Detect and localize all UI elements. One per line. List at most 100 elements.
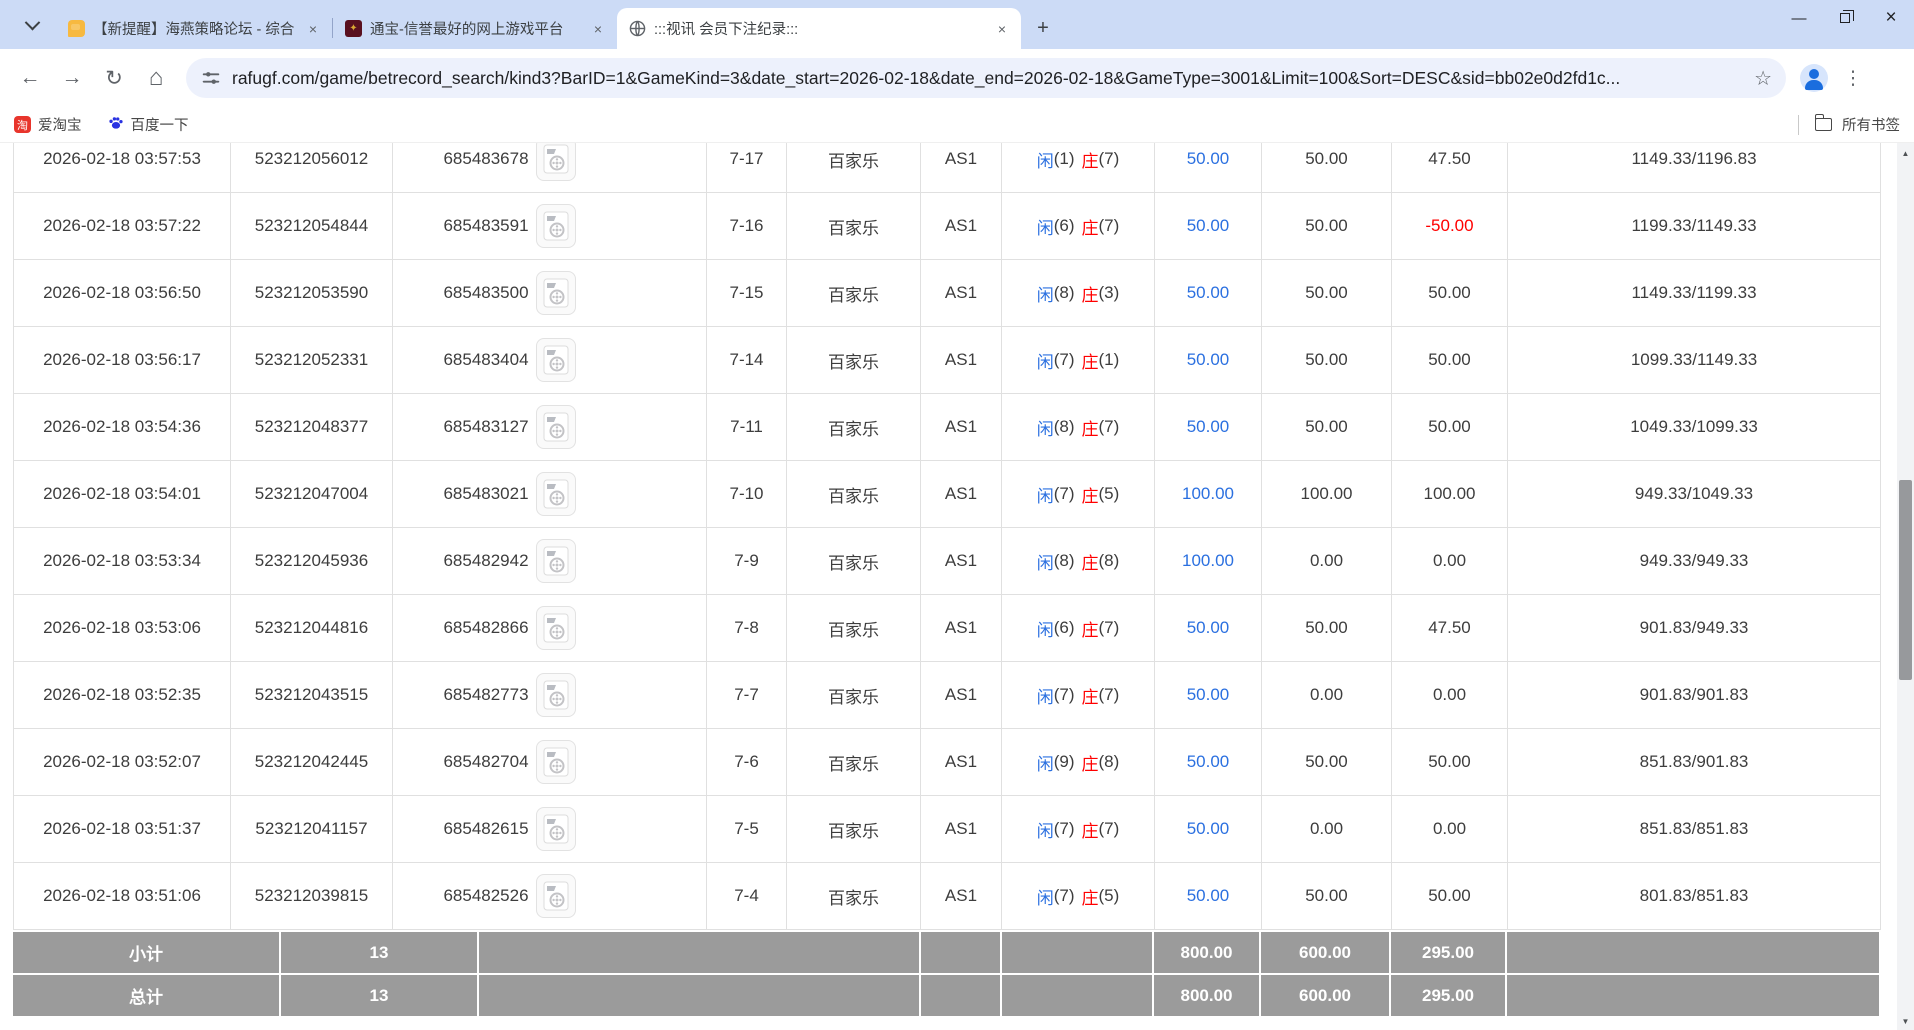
cell-bet-id: 523212039815 <box>231 863 393 929</box>
cell-win-loss: 100.00 <box>1392 461 1508 527</box>
bet-amount-link[interactable]: 50.00 <box>1187 618 1230 638</box>
cell-valid-amount: 50.00 <box>1262 863 1392 929</box>
bet-amount-link[interactable]: 50.00 <box>1187 149 1230 169</box>
cell-round-id: 685482615 <box>443 819 528 839</box>
back-button[interactable]: ← <box>12 60 48 96</box>
banker-points: (1) <box>1099 350 1120 370</box>
bet-amount-link[interactable]: 50.00 <box>1187 752 1230 772</box>
close-window-button[interactable]: × <box>1868 0 1914 36</box>
close-tab-icon[interactable]: × <box>304 20 322 38</box>
video-replay-button[interactable] <box>536 338 576 382</box>
video-replay-button[interactable] <box>536 143 576 181</box>
site-info-icon[interactable] <box>200 67 222 89</box>
video-replay-button[interactable] <box>536 673 576 717</box>
tab-forum[interactable]: 【新提醒】海燕策略论坛 - 综合 × <box>56 8 332 49</box>
video-replay-button[interactable] <box>536 539 576 583</box>
player-points: (7) <box>1054 484 1075 504</box>
bet-amount-link[interactable]: 100.00 <box>1182 484 1234 504</box>
player-points: (7) <box>1054 350 1075 370</box>
cell-balance: 901.83/901.83 <box>1508 662 1881 728</box>
bookmarks-bar: 淘 爱淘宝 百度一下 所有书签 <box>0 107 1914 143</box>
cell-round-id: 685482866 <box>443 618 528 638</box>
reload-button[interactable]: ↻ <box>96 60 132 96</box>
cell-bet-time: 2026-02-18 03:51:06 <box>14 863 231 929</box>
cell-round: 685483678 <box>393 143 707 192</box>
close-tab-icon[interactable]: × <box>589 20 607 38</box>
bet-amount-link[interactable]: 50.00 <box>1187 819 1230 839</box>
summary-win-total: 295.00 <box>1391 975 1507 1016</box>
cell-round: 685482866 <box>393 595 707 661</box>
video-replay-button[interactable] <box>536 606 576 650</box>
forward-button[interactable]: → <box>54 60 90 96</box>
new-tab-button[interactable]: + <box>1029 14 1057 42</box>
player-points: (6) <box>1054 618 1075 638</box>
banker-points: (8) <box>1099 551 1120 571</box>
home-button[interactable]: ⌂ <box>138 60 174 96</box>
bet-amount-link[interactable]: 50.00 <box>1187 350 1230 370</box>
video-replay-button[interactable] <box>536 271 576 315</box>
cell-table-round-no: 7-15 <box>707 260 787 326</box>
cell-table-round-no: 7-4 <box>707 863 787 929</box>
video-replay-button[interactable] <box>536 472 576 516</box>
tab-title: 【新提醒】海燕策略论坛 - 综合 <box>93 18 296 39</box>
cell-bet-amount: 50.00 <box>1155 863 1262 929</box>
page-scrollbar[interactable]: ▲ ▼ <box>1897 143 1914 1030</box>
cell-bet-time: 2026-02-18 03:54:01 <box>14 461 231 527</box>
browser-menu-icon[interactable]: ⋮ <box>1838 67 1868 90</box>
tab-tongbao[interactable]: ✦ 通宝-信誉最好的网上游戏平台 × <box>333 8 617 49</box>
scrollbar-down-icon[interactable]: ▼ <box>1897 1013 1914 1030</box>
cell-table-round-no: 7-8 <box>707 595 787 661</box>
banker-points: (7) <box>1099 417 1120 437</box>
cell-bet-time: 2026-02-18 03:53:06 <box>14 595 231 661</box>
scrollbar-thumb[interactable] <box>1899 480 1912 680</box>
cell-bet-id: 523212054844 <box>231 193 393 259</box>
url-text[interactable]: rafugf.com/game/betrecord_search/kind3?B… <box>232 68 1744 89</box>
table-row: 2026-02-18 03:52:07 523212042445 6854827… <box>14 729 1881 796</box>
summary-empty <box>1002 932 1154 973</box>
cell-table-code: AS1 <box>921 143 1002 192</box>
cell-round: 685483021 <box>393 461 707 527</box>
restore-button[interactable] <box>1822 0 1868 36</box>
bet-amount-link[interactable]: 100.00 <box>1182 551 1234 571</box>
cell-result: 闲(7)庄(7) <box>1002 796 1155 862</box>
chevron-down-icon <box>24 14 40 30</box>
close-tab-icon[interactable]: × <box>993 20 1011 38</box>
tab-bet-records-active[interactable]: :::视讯 会员下注纪录::: × <box>617 8 1021 49</box>
all-bookmarks-button[interactable]: 所有书签 <box>1798 114 1900 135</box>
bet-amount-link[interactable]: 50.00 <box>1187 886 1230 906</box>
cell-bet-amount: 50.00 <box>1155 327 1262 393</box>
player-points: (8) <box>1054 551 1075 571</box>
address-bar[interactable]: rafugf.com/game/betrecord_search/kind3?B… <box>186 58 1786 98</box>
video-replay-button[interactable] <box>536 874 576 918</box>
bookmark-star-icon[interactable]: ☆ <box>1754 66 1772 91</box>
bookmark-baidu[interactable]: 百度一下 <box>108 114 189 135</box>
banker-points: (5) <box>1099 484 1120 504</box>
bet-amount-link[interactable]: 50.00 <box>1187 417 1230 437</box>
banker-points: (7) <box>1099 819 1120 839</box>
bet-amount-link[interactable]: 50.00 <box>1187 216 1230 236</box>
video-replay-button[interactable] <box>536 740 576 784</box>
summary-valid-total: 600.00 <box>1261 975 1391 1016</box>
cell-valid-amount: 100.00 <box>1262 461 1392 527</box>
video-replay-button[interactable] <box>536 204 576 248</box>
video-replay-button[interactable] <box>536 807 576 851</box>
table-row: 2026-02-18 03:53:06 523212044816 6854828… <box>14 595 1881 662</box>
scrollbar-up-icon[interactable]: ▲ <box>1897 145 1914 162</box>
bet-amount-link[interactable]: 50.00 <box>1187 685 1230 705</box>
banker-label: 庄 <box>1082 348 1099 373</box>
cell-bet-id: 523212045936 <box>231 528 393 594</box>
cell-bet-id: 523212056012 <box>231 143 393 192</box>
cell-result: 闲(8)庄(3) <box>1002 260 1155 326</box>
cell-valid-amount: 50.00 <box>1262 260 1392 326</box>
cell-bet-amount: 50.00 <box>1155 394 1262 460</box>
cell-table-code: AS1 <box>921 327 1002 393</box>
cell-table-round-no: 7-9 <box>707 528 787 594</box>
cell-table-code: AS1 <box>921 193 1002 259</box>
video-replay-button[interactable] <box>536 405 576 449</box>
bookmark-label: 爱淘宝 <box>38 114 82 135</box>
bet-amount-link[interactable]: 50.00 <box>1187 283 1230 303</box>
minimize-button[interactable]: — <box>1776 0 1822 36</box>
tab-search-button[interactable] <box>12 5 52 45</box>
profile-avatar[interactable] <box>1800 64 1828 92</box>
bookmark-taobao[interactable]: 淘 爱淘宝 <box>14 114 82 135</box>
